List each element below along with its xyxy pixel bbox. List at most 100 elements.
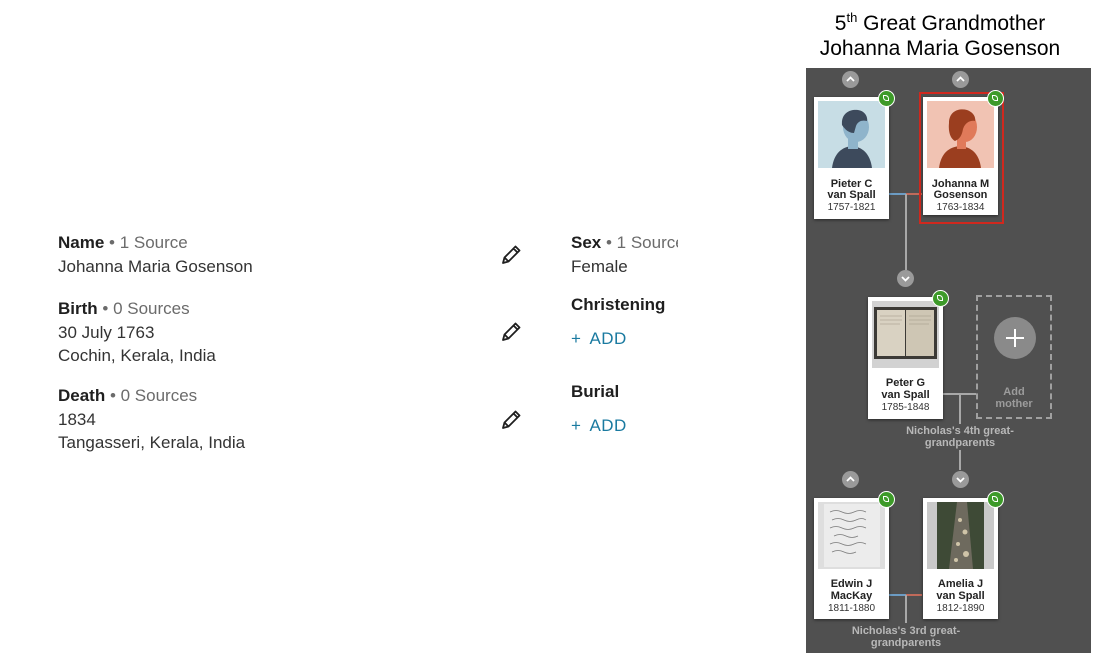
expand-pieter-parents-button[interactable] — [842, 71, 859, 88]
birth-fact-label: Birth — [58, 299, 98, 318]
burial-fact-label: Burial — [571, 382, 620, 401]
mother-connector-gen3 — [906, 594, 922, 596]
add-mother-button[interactable]: Add mother — [976, 295, 1052, 419]
male-silhouette-icon — [818, 101, 885, 168]
gen4-label-line1: Nicholas's 4th great- — [906, 425, 1014, 437]
expand-johanna-parents-button[interactable] — [952, 71, 969, 88]
edit-death-button[interactable] — [498, 407, 524, 433]
birth-place: Cochin, Kerala, India — [58, 346, 216, 365]
death-place: Tangasseri, Kerala, India — [58, 433, 246, 452]
male-avatar — [818, 101, 885, 168]
rank-suffix: th — [846, 10, 858, 25]
father-connector-gen3 — [888, 594, 906, 596]
pieter-years: 1757-1821 — [827, 202, 876, 213]
death-date: 1834 — [58, 410, 96, 429]
document-image — [872, 301, 939, 368]
birth-source-count[interactable]: • 0 Sources — [98, 299, 189, 318]
leaf-hint-icon[interactable] — [878, 90, 895, 107]
peter-years: 1785-1848 — [881, 402, 930, 413]
female-avatar — [927, 101, 994, 168]
person-card-pieter[interactable]: Pieter C van Spall 1757-1821 — [814, 97, 889, 219]
gen4-down-line-2 — [959, 450, 961, 470]
person-card-peter[interactable]: Peter G van Spall 1785-1848 — [868, 297, 943, 419]
leaf-hint-icon[interactable] — [932, 290, 949, 307]
christening-fact-label: Christening — [571, 295, 666, 314]
name-fact-value: Johanna Maria Gosenson — [58, 257, 253, 276]
person-card-edwin[interactable]: Edwin J MacKay 1811-1880 — [814, 498, 889, 619]
add-burial-label: ADD — [589, 416, 627, 435]
document-photo — [872, 301, 939, 368]
add-burial-button[interactable]: + ADD — [571, 416, 627, 436]
plus-icon — [994, 317, 1036, 359]
pieter-name-line2: van Spall — [827, 189, 876, 201]
person-card-amelia[interactable]: Amelia J van Spall 1812-1890 — [923, 498, 998, 619]
collapse-children-button[interactable] — [897, 270, 914, 287]
manuscript-image — [818, 502, 885, 569]
generation-label-3rd: Nicholas's 3rd great- grandparents — [822, 625, 990, 649]
expand-edwin-parents-button[interactable] — [842, 471, 859, 488]
name-fact-label: Name — [58, 233, 105, 252]
family-tree-panel: Pieter C van Spall 1757-1821 Johanna M G… — [806, 68, 1091, 653]
name-source-count[interactable]: • 1 Source — [104, 233, 188, 252]
collapse-amelia-parents-button[interactable] — [952, 471, 969, 488]
person-full-name-heading: Johanna Maria Gosenson — [819, 37, 1061, 60]
sex-fact-title: Sex • 1 Source — [571, 232, 678, 254]
sex-source-count[interactable]: • 1 Source — [601, 233, 678, 252]
grave-photo — [927, 502, 994, 569]
pencil-icon — [502, 410, 521, 429]
burial-fact-title: Burial — [571, 381, 619, 403]
gen3-down-line — [905, 595, 907, 623]
edwin-name-line1: Edwin J — [830, 578, 873, 590]
leaf-hint-icon[interactable] — [987, 491, 1004, 508]
leaf-hint-icon[interactable] — [987, 90, 1004, 107]
death-fact-title: Death • 0 Sources — [58, 385, 197, 407]
gen4-label-line2: grandparents — [924, 436, 996, 449]
add-mother-line1: Add — [1003, 386, 1025, 398]
female-silhouette-icon — [927, 101, 994, 168]
peter-name-line1: Peter G — [885, 377, 926, 389]
leaf-hint-icon[interactable] — [878, 491, 895, 508]
rank-text: Great Grandmother — [857, 12, 1046, 35]
chevron-up-icon — [956, 76, 965, 82]
rank-number: 5 — [834, 12, 847, 35]
amelia-years: 1812-1890 — [936, 603, 985, 614]
add-mother-line2: mother — [995, 397, 1033, 410]
birth-date: 30 July 1763 — [58, 323, 155, 342]
peter-name-line2: van Spall — [881, 389, 930, 401]
sex-fact-label: Sex — [571, 233, 602, 252]
johanna-years: 1763-1834 — [936, 202, 985, 213]
plus-icon: + — [571, 329, 582, 348]
name-fact-title: Name • 1 Source — [58, 232, 188, 254]
christening-fact-title: Christening — [571, 294, 665, 316]
gen3-label-line1: Nicholas's 3rd great- — [851, 625, 961, 637]
johanna-name-line2: Gosenson — [933, 189, 988, 201]
grave-image — [927, 502, 994, 569]
sex-fact-value: Female — [571, 257, 628, 276]
death-fact-label: Death — [58, 386, 106, 405]
manuscript-photo — [818, 502, 885, 569]
amelia-name-line2: van Spall — [936, 590, 985, 602]
edwin-years: 1811-1880 — [827, 603, 876, 614]
pencil-icon — [502, 245, 521, 264]
gen3-label-line2: grandparents — [870, 636, 942, 649]
edit-name-button[interactable] — [498, 242, 524, 268]
edit-birth-button[interactable] — [498, 319, 524, 345]
chevron-up-icon — [846, 476, 855, 482]
plus-icon: + — [571, 416, 582, 435]
generation-label-4th: Nicholas's 4th great- grandparents — [876, 425, 1044, 449]
parents-down-line — [905, 194, 907, 270]
add-christening-button[interactable]: + ADD — [571, 329, 627, 349]
birth-fact-title: Birth • 0 Sources — [58, 298, 190, 320]
edwin-name-line2: MacKay — [830, 590, 873, 602]
gen4-down-line — [959, 394, 961, 424]
add-mother-label: Add mother — [978, 386, 1050, 410]
father-connector — [888, 193, 906, 195]
chevron-down-icon — [901, 276, 910, 282]
chevron-up-icon — [846, 76, 855, 82]
death-source-count[interactable]: • 0 Sources — [105, 386, 197, 405]
person-card-johanna[interactable]: Johanna M Gosenson 1763-1834 — [923, 97, 998, 215]
add-christening-label: ADD — [589, 329, 627, 348]
amelia-name-line1: Amelia J — [937, 578, 984, 590]
pencil-icon — [502, 322, 521, 341]
chevron-down-icon — [956, 477, 965, 483]
